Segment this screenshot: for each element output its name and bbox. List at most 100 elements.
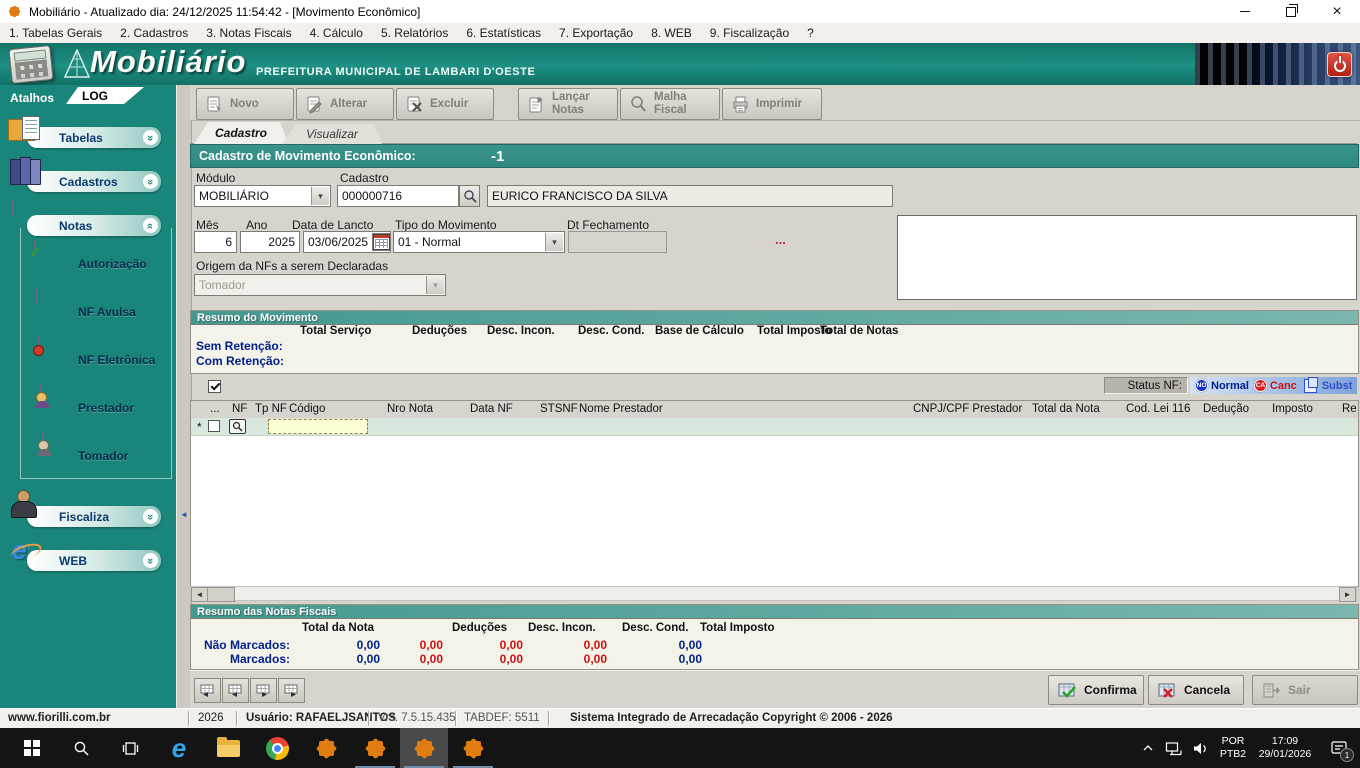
fiorilli-app-icon bbox=[464, 739, 483, 758]
novo-button-label: Novo bbox=[230, 98, 259, 110]
sair-button[interactable]: Sair bbox=[1252, 675, 1358, 705]
network-icon[interactable] bbox=[1160, 728, 1186, 768]
select-all-checkbox[interactable] bbox=[208, 380, 221, 393]
sidebar-item-tomador[interactable]: Tomador bbox=[78, 449, 128, 463]
sidebar-group-fiscaliza[interactable]: Fiscaliza bbox=[27, 506, 161, 527]
nav-last-button[interactable] bbox=[278, 678, 305, 703]
chevron-down-icon[interactable] bbox=[143, 553, 158, 568]
tomador-icon[interactable] bbox=[42, 432, 44, 448]
nf-eletronica-icon[interactable] bbox=[38, 336, 40, 352]
menu-notas-fiscais[interactable]: 3. Notas Fiscais bbox=[197, 26, 300, 40]
menu-exportacao[interactable]: 7. Exportação bbox=[550, 26, 642, 40]
statusbar-separator bbox=[236, 711, 237, 726]
cadastro-input[interactable]: 000000716 bbox=[337, 185, 459, 207]
restore-icon bbox=[1286, 7, 1296, 17]
chevron-down-icon[interactable] bbox=[143, 130, 158, 145]
modulo-select[interactable]: MOBILIÁRIO bbox=[194, 185, 331, 207]
log-tab[interactable]: LOG bbox=[66, 87, 144, 104]
calendar-button[interactable] bbox=[372, 233, 391, 251]
alterar-button[interactable]: Alterar bbox=[296, 88, 394, 120]
imprimir-button[interactable]: Imprimir bbox=[722, 88, 822, 120]
cancela-button[interactable]: Cancela bbox=[1148, 675, 1244, 705]
nav-first-button[interactable] bbox=[194, 678, 221, 703]
taskbar-fiorilli-app-1[interactable] bbox=[302, 728, 350, 768]
menu-relatorios[interactable]: 5. Relatórios bbox=[372, 26, 457, 40]
taskbar-chrome[interactable] bbox=[253, 728, 301, 768]
sidebar-group-cadastros[interactable]: Cadastros bbox=[27, 171, 161, 192]
taskbar-fiorilli-app-active[interactable] bbox=[400, 728, 448, 768]
restore-button[interactable] bbox=[1268, 0, 1314, 23]
menu-estatisticas[interactable]: 6. Estatísticas bbox=[457, 26, 550, 40]
resumo-movimento-title: Resumo do Movimento bbox=[197, 312, 318, 324]
row-search-button[interactable] bbox=[229, 419, 246, 434]
nav-prev-button[interactable] bbox=[222, 678, 249, 703]
tab-cadastro[interactable]: Cadastro bbox=[194, 122, 288, 144]
grid-hscrollbar[interactable]: ◄ ► bbox=[190, 586, 1357, 601]
autorizacao-icon[interactable]: ✓ bbox=[34, 240, 36, 256]
chevron-down-icon[interactable] bbox=[143, 509, 158, 524]
splitter-collapse-icon[interactable]: ◄ bbox=[180, 510, 188, 519]
task-view-button[interactable] bbox=[106, 728, 154, 768]
codigo-edit-cell[interactable] bbox=[268, 419, 368, 434]
nav-next-button[interactable] bbox=[250, 678, 277, 703]
novo-button[interactable]: Novo bbox=[196, 88, 294, 120]
tab-visualizar[interactable]: Visualizar bbox=[282, 124, 382, 144]
clock[interactable]: 17:09 29/01/2026 bbox=[1252, 728, 1318, 768]
close-button[interactable] bbox=[1314, 0, 1360, 23]
minimize-button[interactable] bbox=[1222, 0, 1268, 23]
dropdown-arrow-icon[interactable] bbox=[311, 187, 329, 205]
observations-box[interactable] bbox=[897, 215, 1357, 300]
taskbar-fiorilli-app-2[interactable] bbox=[351, 728, 399, 768]
ano-input[interactable]: 2025 bbox=[240, 231, 300, 253]
menu-cadastros[interactable]: 2. Cadastros bbox=[111, 26, 197, 40]
volume-icon[interactable] bbox=[1186, 728, 1214, 768]
notas-grid[interactable]: ... NF Tp NF Código Nro Nota Data NF STS… bbox=[190, 400, 1359, 587]
excluir-button[interactable]: Excluir bbox=[396, 88, 494, 120]
nf-avulsa-icon[interactable] bbox=[36, 288, 38, 304]
confirma-button[interactable]: Confirma bbox=[1048, 675, 1144, 705]
lancar-notas-button[interactable]: Lançar Notas bbox=[518, 88, 618, 120]
tray-expand-button[interactable] bbox=[1136, 728, 1160, 768]
language-indicator[interactable]: POR PTB2 bbox=[1214, 728, 1252, 768]
menu-web[interactable]: 8. WEB bbox=[642, 26, 701, 40]
menu-tabelas-gerais[interactable]: 1. Tabelas Gerais bbox=[0, 26, 111, 40]
sidebar-item-nf-eletronica[interactable]: NF Eletrônica bbox=[78, 353, 155, 367]
grid-new-row[interactable]: * bbox=[191, 418, 1358, 436]
tipo-movimento-select[interactable]: 01 - Normal bbox=[393, 231, 565, 253]
taskbar-search-button[interactable] bbox=[57, 728, 105, 768]
grid-col-re: Re bbox=[1342, 403, 1357, 415]
row-checkbox[interactable] bbox=[208, 420, 220, 432]
scroll-right-button[interactable]: ► bbox=[1339, 587, 1356, 602]
rm-row-sem-retencao: Sem Retenção: bbox=[196, 339, 283, 353]
action-center-button[interactable]: 1 bbox=[1318, 728, 1360, 768]
prestador-icon[interactable] bbox=[40, 384, 42, 400]
scrollbar-thumb[interactable] bbox=[207, 587, 235, 602]
task-view-icon bbox=[122, 741, 139, 756]
taskbar-fiorilli-app-4[interactable] bbox=[449, 728, 497, 768]
rn-nao-desc-incon: 0,00 bbox=[463, 638, 523, 652]
menu-fiscalizacao[interactable]: 9. Fiscalização bbox=[701, 26, 798, 40]
modulo-value: MOBILIÁRIO bbox=[199, 189, 269, 203]
power-exit-button[interactable] bbox=[1327, 52, 1352, 77]
malha-fiscal-button[interactable]: Malha Fiscal bbox=[620, 88, 720, 120]
sidebar-item-autorizacao[interactable]: Autorização bbox=[78, 257, 147, 271]
tipo-movimento-value: 01 - Normal bbox=[398, 235, 461, 249]
taskbar-internet-explorer[interactable]: e bbox=[155, 728, 203, 768]
statusbar-separator bbox=[188, 711, 189, 726]
taskbar-file-explorer[interactable] bbox=[204, 728, 252, 768]
menu-help[interactable]: ? bbox=[798, 26, 823, 40]
scroll-left-button[interactable]: ◄ bbox=[191, 587, 208, 602]
sidebar-item-nf-avulsa[interactable]: NF Avulsa bbox=[78, 305, 136, 319]
mes-label: Mês bbox=[196, 218, 219, 232]
chevron-down-icon[interactable] bbox=[143, 174, 158, 189]
mes-input[interactable]: 6 bbox=[194, 231, 237, 253]
sidebar-item-prestador[interactable]: Prestador bbox=[78, 401, 134, 415]
cadastro-search-button[interactable] bbox=[459, 185, 480, 207]
sidebar-group-web[interactable]: WEB bbox=[27, 550, 161, 571]
sidebar-group-tabelas[interactable]: Tabelas bbox=[27, 127, 161, 148]
printer-icon bbox=[731, 95, 750, 114]
menu-calculo[interactable]: 4. Cálculo bbox=[301, 26, 372, 40]
dropdown-arrow-icon[interactable] bbox=[545, 233, 563, 251]
status-nf-legend: NO Normal CA Canc Subst bbox=[1190, 377, 1357, 394]
start-button[interactable] bbox=[8, 728, 56, 768]
